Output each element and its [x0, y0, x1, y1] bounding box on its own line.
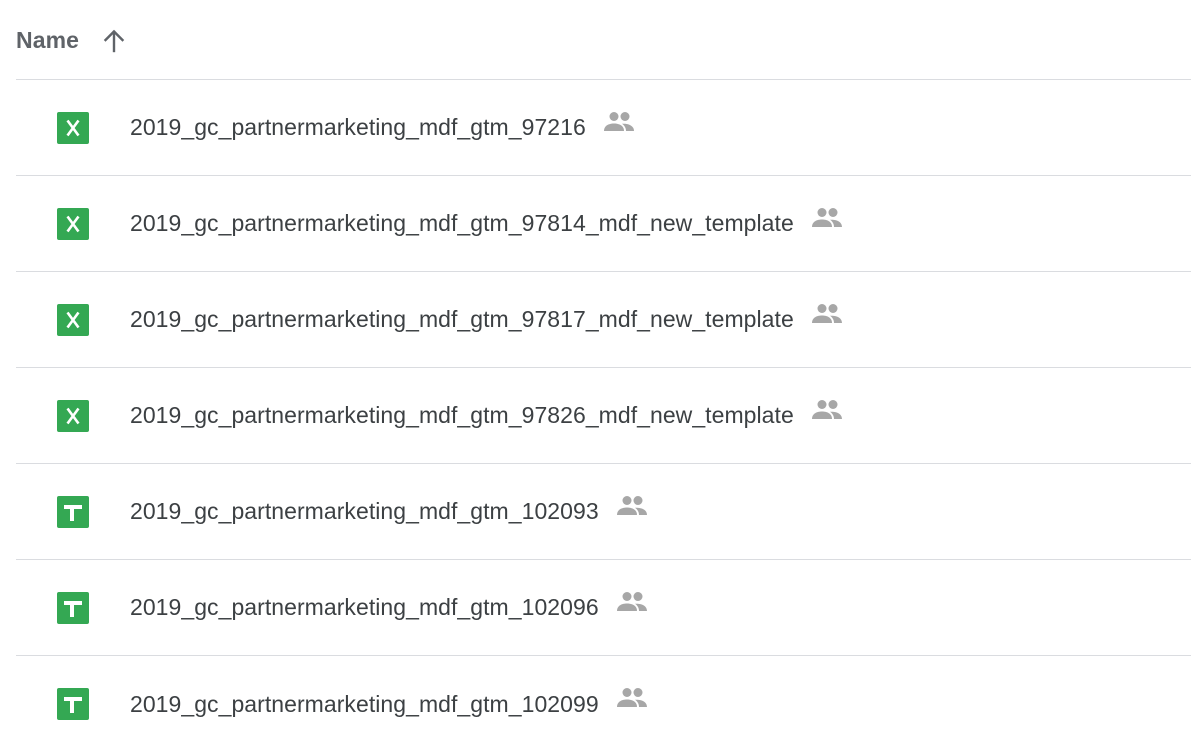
file-name[interactable]: 2019_gc_partnermarketing_mdf_gtm_97826_m… [130, 402, 794, 429]
excel-file-icon [57, 111, 89, 144]
shared-icon [602, 110, 636, 134]
file-row[interactable]: 2019_gc_partnermarketing_mdf_gtm_97814_m… [16, 176, 1191, 272]
excel-file-icon [57, 207, 89, 240]
sheets-file-icon [57, 495, 89, 528]
arrow-up-icon[interactable] [101, 28, 127, 54]
file-name[interactable]: 2019_gc_partnermarketing_mdf_gtm_102099 [130, 691, 599, 718]
file-name[interactable]: 2019_gc_partnermarketing_mdf_gtm_102093 [130, 498, 599, 525]
name-column-header[interactable]: Name [16, 27, 79, 54]
shared-icon [810, 206, 844, 230]
file-row[interactable]: 2019_gc_partnermarketing_mdf_gtm_102099 [16, 656, 1191, 752]
file-list: Name 2019_gc_partnermarketing_mdf_gtm_97… [16, 0, 1191, 752]
excel-file-icon [57, 399, 89, 432]
shared-icon [615, 494, 649, 518]
file-name[interactable]: 2019_gc_partnermarketing_mdf_gtm_97817_m… [130, 306, 794, 333]
shared-icon [810, 398, 844, 422]
file-row[interactable]: 2019_gc_partnermarketing_mdf_gtm_102093 [16, 464, 1191, 560]
excel-file-icon [57, 303, 89, 336]
file-row[interactable]: 2019_gc_partnermarketing_mdf_gtm_97826_m… [16, 368, 1191, 464]
file-row[interactable]: 2019_gc_partnermarketing_mdf_gtm_97216 [16, 80, 1191, 176]
file-row[interactable]: 2019_gc_partnermarketing_mdf_gtm_102096 [16, 560, 1191, 656]
shared-icon [615, 686, 649, 710]
shared-icon [615, 590, 649, 614]
file-name[interactable]: 2019_gc_partnermarketing_mdf_gtm_102096 [130, 594, 599, 621]
shared-icon [810, 302, 844, 326]
file-name[interactable]: 2019_gc_partnermarketing_mdf_gtm_97814_m… [130, 210, 794, 237]
file-name[interactable]: 2019_gc_partnermarketing_mdf_gtm_97216 [130, 114, 586, 141]
list-header: Name [16, 0, 1191, 80]
file-row[interactable]: 2019_gc_partnermarketing_mdf_gtm_97817_m… [16, 272, 1191, 368]
sheets-file-icon [57, 688, 89, 720]
sheets-file-icon [57, 591, 89, 624]
